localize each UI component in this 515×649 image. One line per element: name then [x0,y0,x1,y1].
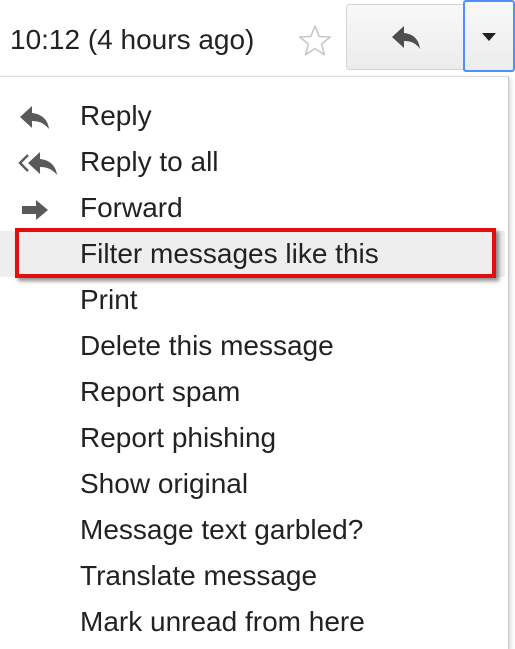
dropdown-triangle-icon [482,33,496,41]
menu-item-label: Message text garbled? [80,514,364,545]
menu-item-mark-unread[interactable]: Mark unread from here [0,599,505,645]
menu-item-label: Show original [80,468,249,499]
menu-item-filter-messages[interactable]: Filter messages like this [0,231,505,277]
message-header: 10:12 (4 hours ago) [0,0,515,76]
reply-arrow-icon [392,26,420,49]
reply-all-icon [18,151,58,177]
menu-item-label: Reply [80,100,152,131]
menu-item-label: Reply to all [80,146,219,177]
more-actions-button[interactable] [463,0,515,72]
message-actions-view: 10:12 (4 hours ago) Reply Reply to all F… [0,0,515,649]
menu-item-label: Translate message [80,560,318,591]
menu-item-label: Forward [80,192,183,223]
menu-item-print[interactable]: Print [0,277,505,323]
reply-button[interactable] [346,4,464,70]
menu-item-reply[interactable]: Reply [0,93,505,139]
forward-icon [18,197,58,223]
menu-item-message-text-garbled[interactable]: Message text garbled? [0,507,505,553]
menu-item-translate-message[interactable]: Translate message [0,553,505,599]
menu-item-report-spam[interactable]: Report spam [0,369,505,415]
menu-item-label: Mark unread from here [80,606,365,637]
menu-item-label: Print [80,284,138,315]
menu-item-reply-all[interactable]: Reply to all [0,139,505,185]
actions-menu: Reply Reply to all Forward Filter messag… [0,76,509,649]
menu-item-show-original[interactable]: Show original [0,461,505,507]
menu-item-label: Report spam [80,376,241,407]
menu-item-label: Delete this message [80,330,334,361]
menu-item-label: Filter messages like this [80,238,379,269]
star-icon[interactable] [298,24,332,58]
menu-item-report-phishing[interactable]: Report phishing [0,415,505,461]
message-timestamp: 10:12 (4 hours ago) [10,24,255,55]
menu-item-label: Report phishing [80,422,277,453]
menu-item-delete-message[interactable]: Delete this message [0,323,505,369]
reply-icon [18,105,58,131]
menu-item-forward[interactable]: Forward [0,185,505,231]
